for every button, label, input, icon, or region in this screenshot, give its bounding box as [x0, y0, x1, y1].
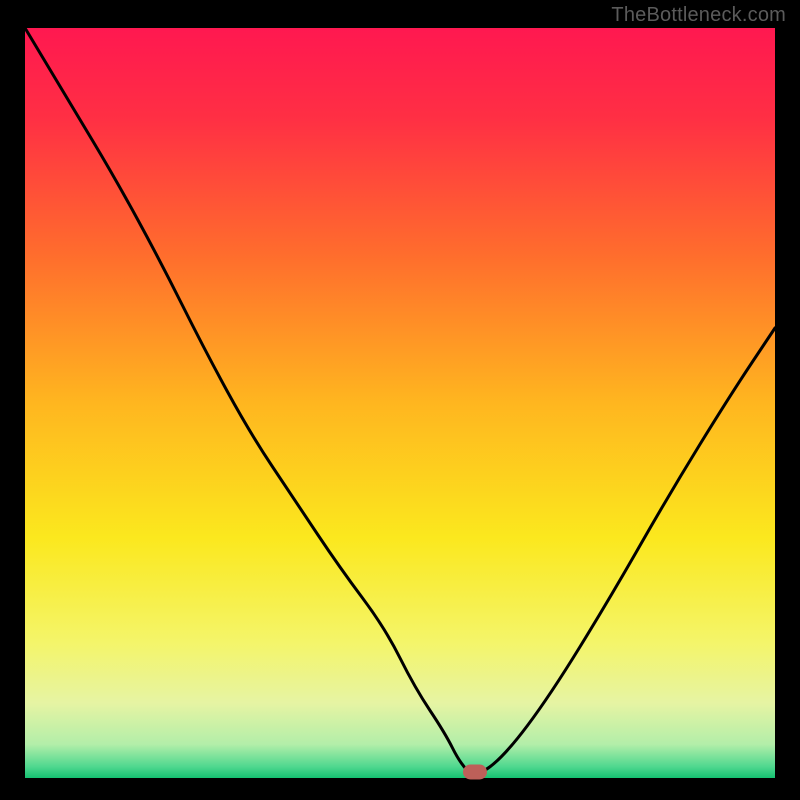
chart-background: [25, 28, 775, 778]
watermark-text: TheBottleneck.com: [611, 4, 786, 27]
chart-svg: [25, 28, 775, 778]
plot-area: [25, 28, 775, 778]
chart-frame: TheBottleneck.com: [0, 0, 800, 800]
optimal-point-marker: [463, 765, 487, 780]
